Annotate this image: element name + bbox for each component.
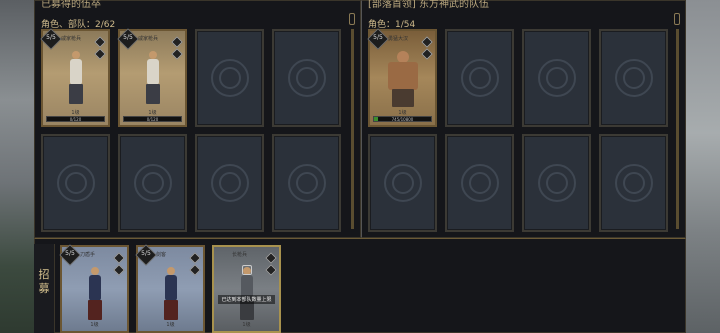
unit-card[interactable]: 5/5 勇猛大汉 1级 745/10800 xyxy=(367,28,437,127)
diamond-stat-icon xyxy=(94,48,106,60)
hexagram-emblem-icon xyxy=(460,59,499,97)
empty-slot[interactable] xyxy=(272,29,341,127)
hexagram-emblem-icon xyxy=(537,59,576,97)
hexagram-emblem-icon xyxy=(133,164,172,202)
level-text: 5/5 xyxy=(141,250,151,257)
exp-bar: 0/120 xyxy=(46,116,105,122)
recruited-troops-panel: 已募得的伍卒 角色、部队：2/62 5/5 戚家枪兵 1级 0/120 5/5 … xyxy=(34,0,361,238)
tier-label: 1级 xyxy=(166,322,175,328)
unit-portrait xyxy=(68,51,84,105)
unit-name: 戚家枪兵 xyxy=(138,36,159,42)
hexagram-emblem-icon xyxy=(287,59,326,97)
background-left xyxy=(0,0,34,333)
empty-slot[interactable] xyxy=(445,134,514,232)
card-footer: 1级 0/120 xyxy=(46,110,105,122)
lock-icon xyxy=(241,265,252,275)
unit-name: 剑客 xyxy=(156,252,167,258)
hexagram-emblem-icon xyxy=(537,164,576,202)
diamond-stat-icon xyxy=(189,264,201,276)
unit-card[interactable]: 5/5 戚家枪兵 1级 0/120 xyxy=(40,28,110,127)
unit-name: 勇猛大汉 xyxy=(388,36,409,42)
diamond-stat-icon xyxy=(113,264,125,276)
hexagram-emblem-icon xyxy=(460,164,499,202)
scrollbar[interactable] xyxy=(676,29,679,229)
empty-slot[interactable] xyxy=(195,29,264,127)
unit-name: 戚家枪兵 xyxy=(61,36,82,42)
diamond-stat-icon xyxy=(265,264,277,276)
exp-text: 745/10800 xyxy=(391,117,414,122)
hexagram-emblem-icon xyxy=(210,164,249,202)
diamond-stat-icon xyxy=(421,36,433,48)
unit-name: 长枪兵 xyxy=(232,252,248,258)
exp-bar: 0/120 xyxy=(123,116,182,122)
scrollbar[interactable] xyxy=(351,29,354,229)
empty-slot[interactable] xyxy=(599,29,668,127)
recruit-panel xyxy=(34,238,686,333)
exp-text: 0/120 xyxy=(146,117,159,122)
empty-slot[interactable] xyxy=(272,134,341,232)
diamond-stat-icon xyxy=(189,252,201,264)
panel-title: [部落首领] 东方神武的队伍 xyxy=(368,0,489,10)
hexagram-emblem-icon xyxy=(210,59,249,97)
recruit-card[interactable]: 5/5 刀盾手 1级 xyxy=(59,244,129,333)
unit-card[interactable]: 5/5 戚家枪兵 1级 0/120 xyxy=(117,28,187,127)
recruit-tab[interactable]: 招募 xyxy=(34,244,55,333)
hexagram-emblem-icon xyxy=(56,164,95,202)
recruit-card[interactable]: 5/5 剑客 1级 xyxy=(135,244,205,333)
card-footer: 1级 xyxy=(65,322,124,328)
level-text: 5/5 xyxy=(123,34,133,41)
empty-slot[interactable] xyxy=(445,29,514,127)
level-text: 5/5 xyxy=(46,34,56,41)
hexagram-emblem-icon xyxy=(287,164,326,202)
card-footer: 1级 0/120 xyxy=(123,110,182,122)
hexagram-emblem-icon xyxy=(383,164,422,202)
tier-label: 1级 xyxy=(242,322,251,328)
diamond-stat-icon xyxy=(113,252,125,264)
background-right xyxy=(686,0,720,333)
exp-bar: 745/10800 xyxy=(373,116,432,122)
empty-slot[interactable] xyxy=(522,29,591,127)
diamond-stat-icon xyxy=(94,36,106,48)
unit-portrait xyxy=(384,51,422,107)
unit-portrait xyxy=(87,267,103,321)
lock-note: 已达到本部队数量上限 xyxy=(218,295,275,304)
diamond-stat-icon xyxy=(421,48,433,60)
recruit-tab-label: 招募 xyxy=(38,268,50,295)
exp-text: 0/120 xyxy=(69,117,82,122)
pin-icon[interactable] xyxy=(349,13,355,25)
unit-portrait xyxy=(163,267,179,321)
unit-portrait xyxy=(239,267,255,321)
tier-label: 1级 xyxy=(90,322,99,328)
level-text: 5/5 xyxy=(65,250,75,257)
empty-slot[interactable] xyxy=(368,134,437,232)
hexagram-emblem-icon xyxy=(614,164,653,202)
hexagram-emblem-icon xyxy=(614,59,653,97)
card-footer: 1级 xyxy=(217,322,276,328)
card-footer: 1级 xyxy=(141,322,200,328)
diamond-stat-icon xyxy=(171,36,183,48)
panel-title: 已募得的伍卒 xyxy=(41,0,101,10)
empty-slot[interactable] xyxy=(599,134,668,232)
party-panel: [部落首领] 东方神武的队伍 角色：1/54 5/5 勇猛大汉 1级 745/1… xyxy=(361,0,686,238)
empty-slot[interactable] xyxy=(118,134,187,232)
unit-portrait xyxy=(145,51,161,105)
diamond-stat-icon xyxy=(171,48,183,60)
level-text: 5/5 xyxy=(373,34,383,41)
pin-icon[interactable] xyxy=(674,13,680,25)
diamond-stat-icon xyxy=(265,252,277,264)
unit-name: 刀盾手 xyxy=(80,252,96,258)
recruit-card-locked[interactable]: 长枪兵 已达到本部队数量上限 1级 xyxy=(212,245,281,333)
empty-slot[interactable] xyxy=(522,134,591,232)
empty-slot[interactable] xyxy=(195,134,264,232)
card-footer: 1级 745/10800 xyxy=(373,110,432,122)
empty-slot[interactable] xyxy=(41,134,110,232)
